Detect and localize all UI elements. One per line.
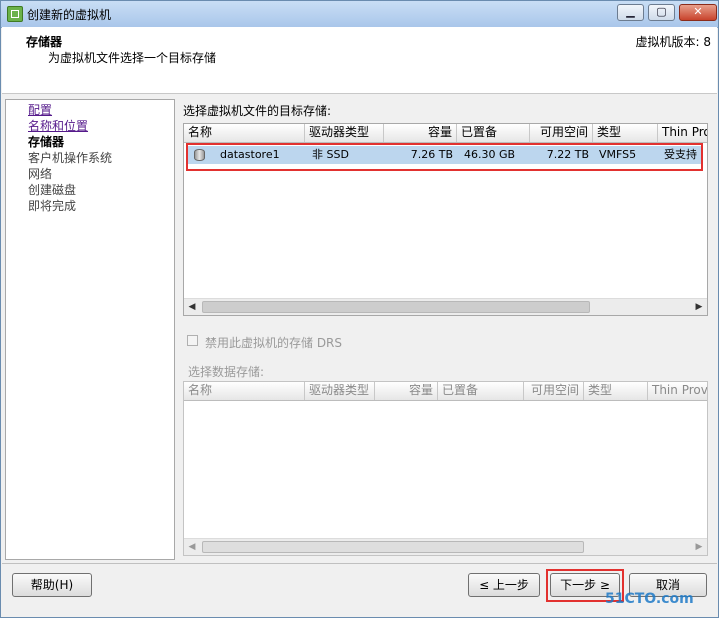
scroll-thumb[interactable] (202, 301, 590, 313)
column-header-thin-provisioning: Thin Provi (648, 382, 707, 400)
minimize-button[interactable]: ▁ (617, 4, 644, 21)
watermark-logo: 51CTO.com (605, 591, 694, 607)
scroll-left-icon: ◀ (188, 542, 196, 552)
close-button[interactable]: ✕ (679, 4, 717, 21)
column-header-free-space: 可用空间 (524, 382, 584, 400)
datastore-table-header: 名称 驱动器类型 容量 已置备 可用空间 类型 Thin Prov (184, 124, 707, 143)
column-header-provisioned[interactable]: 已置备 (457, 124, 530, 142)
window-title: 创建新的虚拟机 (27, 8, 112, 22)
back-button[interactable]: ≤ 上一步 (468, 573, 540, 597)
datastore-table-disabled: 名称 驱动器类型 容量 已置备 可用空间 类型 Thin Provi ◀ ▶ (183, 381, 708, 556)
sidebar-item-ready-to-complete: 即将完成 (28, 199, 77, 213)
vm-version-label: 虚拟机版本: 8 (635, 35, 712, 49)
sidebar-item-storage: 存储器 (28, 135, 65, 149)
footer-divider (2, 563, 717, 564)
scroll-thumb (202, 541, 584, 553)
target-storage-label: 选择虚拟机文件的目标存储: (183, 104, 332, 118)
title-bar[interactable]: 创建新的虚拟机 ▁ ▢ ✕ (1, 1, 718, 28)
scroll-left-icon[interactable]: ◀ (184, 299, 200, 315)
column-header-type[interactable]: 类型 (593, 124, 658, 142)
column-header-provisioned: 已置备 (438, 382, 524, 400)
datastore-table-disabled-header: 名称 驱动器类型 容量 已置备 可用空间 类型 Thin Provi (184, 382, 707, 401)
datastore-table-disabled-scrollbar: ◀ ▶ (184, 538, 707, 555)
column-header-name: 名称 (184, 382, 305, 400)
disable-drs-label: 禁用此虚拟机的存储 DRS (205, 336, 343, 350)
scroll-right-icon[interactable]: ▶ (691, 299, 707, 315)
disable-drs-checkbox[interactable] (187, 335, 198, 346)
vsphere-app-icon (7, 6, 23, 22)
wizard-steps-sidebar: 配置 名称和位置 存储器 客户机操作系统 网络 创建磁盘 即将完成 (5, 99, 175, 560)
select-datastore-label: 选择数据存储: (188, 365, 265, 379)
page-subtitle: 为虚拟机文件选择一个目标存储 (48, 51, 217, 65)
page-title: 存储器 (26, 35, 63, 49)
column-header-drive-type: 驱动器类型 (305, 382, 375, 400)
sidebar-item-network: 网络 (28, 167, 53, 181)
help-button[interactable]: 帮助(H) (12, 573, 92, 597)
highlight-box-datastore-row (186, 143, 703, 171)
sidebar-item-config[interactable]: 配置 (28, 102, 52, 118)
column-header-thin-provisioning[interactable]: Thin Prov (658, 124, 707, 142)
sidebar-item-create-disk: 创建磁盘 (28, 183, 77, 197)
column-header-capacity: 容量 (375, 382, 438, 400)
create-vm-dialog: 创建新的虚拟机 ▁ ▢ ✕ 存储器 为虚拟机文件选择一个目标存储 虚拟机版本: … (0, 0, 719, 618)
column-header-capacity[interactable]: 容量 (384, 124, 457, 142)
scroll-right-icon: ▶ (695, 542, 703, 552)
sidebar-item-name-location[interactable]: 名称和位置 (28, 118, 88, 134)
datastore-table-scrollbar[interactable]: ◀ ▶ (184, 298, 707, 315)
wizard-header: 存储器 为虚拟机文件选择一个目标存储 虚拟机版本: 8 (2, 27, 717, 94)
column-header-free-space[interactable]: 可用空间 (530, 124, 593, 142)
maximize-button[interactable]: ▢ (648, 4, 675, 21)
sidebar-item-guest-os: 客户机操作系统 (28, 151, 113, 165)
column-header-name[interactable]: 名称 (184, 124, 305, 142)
column-header-type: 类型 (584, 382, 648, 400)
column-header-drive-type[interactable]: 驱动器类型 (305, 124, 384, 142)
